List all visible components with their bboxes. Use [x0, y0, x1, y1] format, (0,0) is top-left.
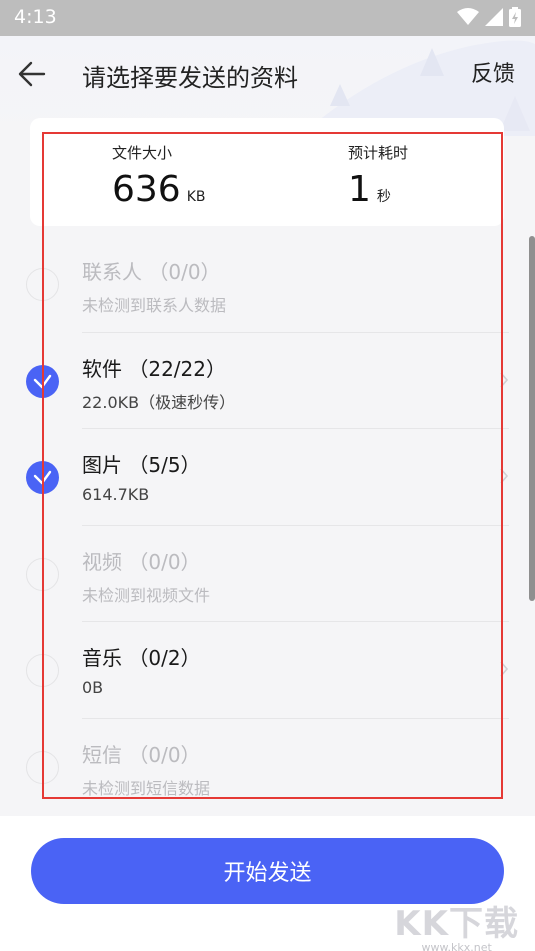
battery-charging-icon — [509, 7, 521, 27]
check-circle[interactable] — [26, 750, 59, 784]
item-subtitle: 未检测到短信数据 — [82, 778, 211, 798]
checkmark-icon — [33, 374, 52, 388]
arrow-left-icon — [18, 61, 46, 87]
summary-card: 文件大小 636 KB 预计耗时 1 秒 — [30, 118, 504, 226]
estimated-time-unit: 秒 — [376, 189, 391, 205]
watermark: KK下载 www.kkx.net — [394, 896, 519, 951]
list-item-photos[interactable]: 图片 （5/5） 614.7KB — [0, 429, 535, 526]
page-title: 请选择要发送的资料 — [82, 64, 298, 92]
list-item-apps[interactable]: 软件 （22/22） 22.0KB（极速秒传） — [0, 333, 535, 429]
status-bar: 4:13 — [0, 0, 535, 36]
back-button[interactable] — [14, 56, 50, 92]
item-title: 音乐 （0/2） — [82, 646, 201, 670]
item-subtitle: 614.7KB — [82, 485, 150, 504]
check-circle[interactable] — [26, 364, 59, 398]
feedback-button[interactable]: 反馈 — [471, 56, 515, 88]
file-size-block: 文件大小 636 KB — [112, 142, 206, 210]
file-size-value: 636 — [112, 169, 181, 210]
list-item-contacts[interactable]: 联系人 （0/0） 未检测到联系人数据 — [0, 236, 535, 333]
list-item-music[interactable]: 音乐 （0/2） 0B — [0, 622, 535, 719]
check-circle[interactable] — [26, 557, 59, 591]
file-size-label: 文件大小 — [112, 144, 173, 162]
check-circle[interactable] — [26, 268, 59, 301]
start-send-button[interactable]: 开始发送 — [31, 838, 504, 904]
item-title: 视频 （0/0） — [82, 549, 201, 574]
item-subtitle: 0B — [82, 678, 104, 697]
item-title: 软件 （22/22） — [82, 356, 226, 381]
check-circle[interactable] — [26, 461, 59, 494]
check-circle[interactable] — [26, 654, 59, 687]
item-title: 图片 （5/5） — [82, 453, 201, 477]
item-title: 联系人 （0/0） — [82, 260, 221, 284]
item-subtitle: 22.0KB（极速秒传） — [82, 392, 236, 412]
data-type-list: 联系人 （0/0） 未检测到联系人数据 软件 （22/22） 22.0KB（极速… — [0, 236, 535, 815]
item-subtitle: 未检测到视频文件 — [82, 585, 211, 605]
watermark-logo: KK下载 — [394, 904, 519, 944]
estimated-time-value: 1 — [348, 169, 371, 210]
chevron-right-icon[interactable] — [499, 467, 509, 489]
chevron-right-icon[interactable] — [499, 371, 509, 393]
estimated-time-block: 预计耗时 1 秒 — [348, 142, 408, 210]
list-item-videos[interactable]: 视频 （0/0） 未检测到视频文件 — [0, 526, 535, 622]
signal-icon — [485, 8, 503, 26]
item-subtitle: 未检测到联系人数据 — [82, 296, 227, 315]
estimated-time-label: 预计耗时 — [348, 144, 409, 162]
wifi-icon — [457, 8, 479, 26]
chevron-right-icon[interactable] — [499, 660, 509, 682]
file-size-unit: KB — [186, 189, 206, 205]
scrollbar[interactable] — [529, 236, 535, 601]
item-title: 短信 （0/0） — [82, 742, 201, 767]
list-item-sms[interactable]: 短信 （0/0） 未检测到短信数据 — [0, 719, 535, 816]
status-time: 4:13 — [14, 6, 57, 28]
checkmark-icon — [33, 470, 52, 485]
status-icons — [457, 7, 521, 27]
